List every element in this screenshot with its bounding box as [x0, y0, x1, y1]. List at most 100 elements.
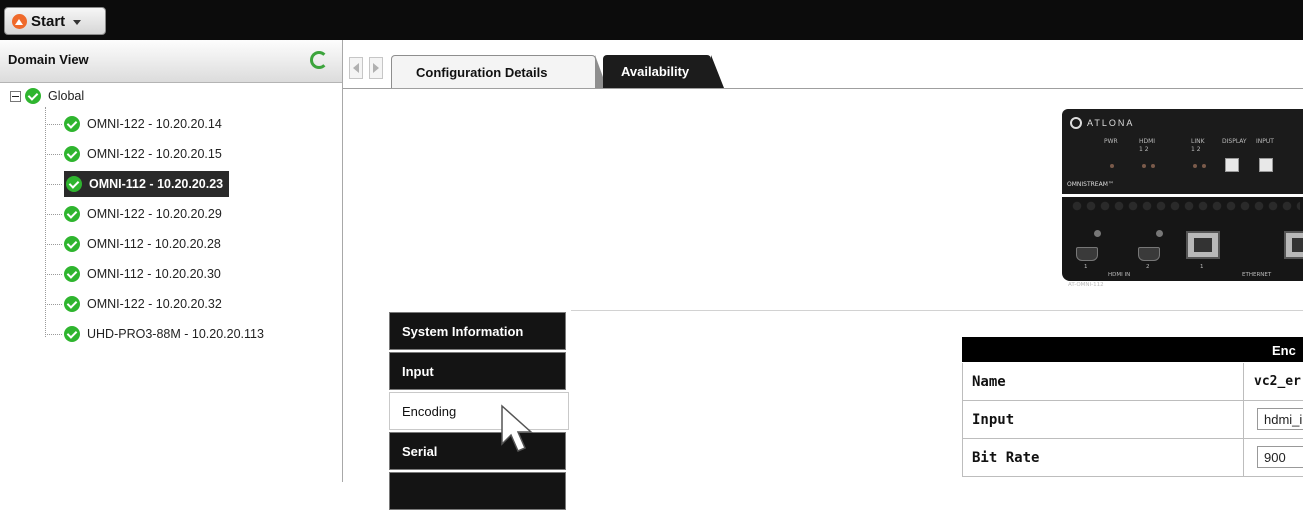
device-label-ethernet: ETHERNET	[1242, 272, 1272, 278]
device-brand: ATLONA	[1087, 118, 1135, 128]
device-front-panel: ATLONA PWR HDMI 1 2 LINK 1 2 DISPLAY INP…	[1062, 109, 1303, 194]
row-key: Name	[962, 363, 1244, 400]
device-label-input: INPUT	[1256, 138, 1274, 145]
device-label-link-ch: 1 2	[1191, 146, 1201, 153]
tab-scroll-left-button[interactable]	[349, 57, 363, 79]
device-input-button	[1259, 158, 1273, 172]
status-ok-icon	[64, 206, 80, 222]
menu-item-label: Input	[402, 363, 434, 379]
collapse-icon[interactable]	[10, 90, 21, 102]
arrow-right-icon	[373, 63, 379, 73]
status-ok-icon	[64, 296, 80, 312]
menu-item-label: Serial	[402, 443, 438, 459]
tree-item-device[interactable]: OMNI-122 - 10.20.20.32	[45, 291, 222, 317]
tab-label: Configuration Details	[416, 64, 548, 80]
tree-item-device[interactable]: OMNI-122 - 10.20.20.14	[45, 111, 222, 137]
tree-item-device[interactable]: UHD-PRO3-88M - 10.20.20.113	[45, 321, 264, 347]
tree-item-device-selected[interactable]: OMNI-112 - 10.20.20.23	[45, 171, 230, 197]
tree-item-label: OMNI-112 - 10.20.20.30	[87, 267, 221, 281]
tree-item-label: OMNI-112 - 10.20.20.23	[89, 177, 224, 191]
menu-item-input[interactable]: Input	[389, 352, 566, 390]
device-ethernet-port	[1284, 231, 1303, 259]
menu-item-encoding[interactable]: Encoding	[389, 392, 569, 430]
device-vent-holes	[1070, 200, 1300, 212]
top-bar: Start	[0, 0, 1303, 40]
atlona-brand-logo: ATLONA	[1070, 117, 1134, 129]
table-row: Name vc2_er	[962, 363, 1303, 401]
table-row: Input hdmi_i	[962, 401, 1303, 439]
device-display-button	[1225, 158, 1239, 172]
device-label-link: LINK	[1191, 138, 1205, 145]
row-key: Bit Rate	[962, 439, 1244, 476]
device-screw	[1156, 230, 1163, 237]
status-ok-icon	[64, 146, 80, 162]
tree-item-device[interactable]: OMNI-122 - 10.20.20.15	[45, 141, 222, 167]
device-led	[1151, 164, 1155, 168]
start-button[interactable]: Start	[4, 7, 106, 35]
row-value: vc2_er	[1254, 374, 1301, 389]
device-label-pwr: PWR	[1104, 138, 1118, 145]
encoding-table-header: Enc	[962, 337, 1303, 362]
device-model-label: AT-OMNI-112	[1068, 282, 1104, 288]
menu-item-label: System Information	[402, 323, 524, 339]
device-image: ATLONA PWR HDMI 1 2 LINK 1 2 DISPLAY INP…	[1062, 109, 1303, 288]
domain-view-header: Domain View	[0, 40, 342, 83]
menu-item-system-information[interactable]: System Information	[389, 312, 566, 350]
tree-item-label: OMNI-122 - 10.20.20.32	[87, 297, 222, 311]
status-ok-icon	[25, 88, 41, 104]
device-port-number: 2	[1146, 264, 1150, 270]
mouse-pointer-icon	[501, 404, 533, 452]
device-label-display: DISPLAY	[1222, 138, 1247, 145]
device-label-hdmi: HDMI	[1139, 138, 1156, 145]
device-led	[1193, 164, 1197, 168]
tab-configuration-details[interactable]: Configuration Details	[391, 55, 607, 88]
atlona-logo-icon	[12, 13, 27, 29]
tab-scroll-right-button[interactable]	[369, 57, 383, 79]
atlona-logo-icon	[1070, 117, 1082, 129]
device-rear-panel: 1 2 1 HDMI IN ETHERNET AT-OMNI-112	[1062, 197, 1303, 288]
device-screw	[1094, 230, 1101, 237]
device-series-label: OMNISTREAM™	[1067, 181, 1114, 188]
tree-item-device[interactable]: OMNI-112 - 10.20.20.30	[45, 261, 221, 287]
tab-availability[interactable]: Availability	[603, 55, 724, 88]
status-ok-icon	[64, 326, 80, 342]
start-label: Start	[31, 12, 66, 30]
domain-view-title: Domain View	[8, 52, 89, 67]
tree-item-label: OMNI-122 - 10.20.20.15	[87, 147, 222, 161]
status-ok-icon	[64, 236, 80, 252]
row-key: Input	[962, 401, 1244, 438]
chevron-down-icon	[73, 19, 82, 25]
refresh-icon[interactable]	[310, 51, 328, 69]
device-ethernet-port	[1186, 231, 1220, 259]
section-divider	[571, 310, 1303, 311]
device-hdmi-port	[1076, 247, 1098, 261]
domain-view-panel: Domain View Global OMNI-122 - 10.20.20.1…	[0, 40, 343, 482]
tree-root-global[interactable]: Global	[10, 85, 84, 107]
menu-item-label: Encoding	[402, 403, 457, 419]
encoding-table-title: Enc	[1272, 343, 1296, 358]
device-label-hdmi-ch: 1 2	[1139, 146, 1149, 153]
tree-root-label: Global	[48, 89, 85, 103]
status-ok-icon	[64, 266, 80, 282]
device-port-number: 1	[1200, 264, 1204, 270]
arrow-left-icon	[353, 63, 359, 73]
status-ok-icon	[66, 176, 82, 192]
device-hdmi-port	[1138, 247, 1160, 261]
encoding-table: Enc Name vc2_er Input hdmi_i Bit Rate 90…	[962, 337, 1303, 482]
tree-item-label: UHD-PRO3-88M - 10.20.20.113	[87, 327, 264, 341]
device-led	[1142, 164, 1146, 168]
menu-item-next[interactable]	[389, 472, 566, 510]
bit-rate-field[interactable]: 900	[1257, 446, 1303, 468]
device-port-number: 1	[1084, 264, 1088, 270]
device-led	[1202, 164, 1206, 168]
tree-item-label: OMNI-122 - 10.20.20.29	[87, 207, 222, 221]
tree-item-device[interactable]: OMNI-122 - 10.20.20.29	[45, 201, 222, 227]
status-ok-icon	[64, 116, 80, 132]
tree-item-label: OMNI-122 - 10.20.20.14	[87, 117, 222, 131]
tab-label: Availability	[621, 64, 690, 79]
device-led	[1110, 164, 1114, 168]
main-content: Configuration Details Availability ATLON…	[343, 40, 1303, 510]
table-row: Bit Rate 900	[962, 439, 1303, 477]
tree-item-device[interactable]: OMNI-112 - 10.20.20.28	[45, 231, 221, 257]
input-source-field[interactable]: hdmi_i	[1257, 408, 1303, 430]
